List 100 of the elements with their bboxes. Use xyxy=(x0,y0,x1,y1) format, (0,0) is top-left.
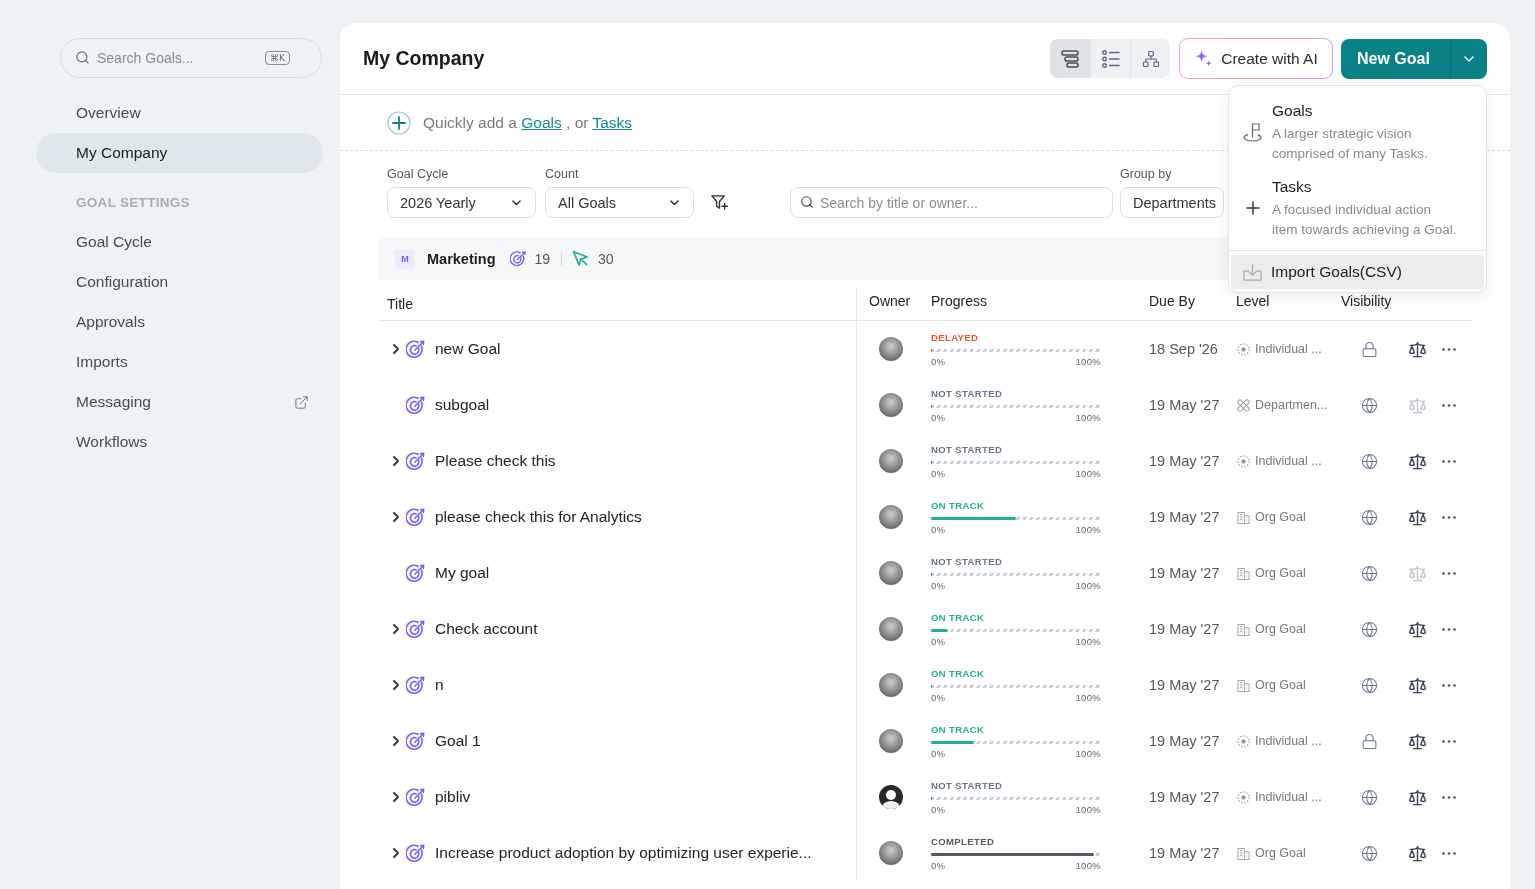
more-button[interactable] xyxy=(1442,795,1456,799)
scale-icon[interactable] xyxy=(1408,675,1427,695)
progress-min-label: 0% xyxy=(931,523,946,535)
target-icon xyxy=(406,843,426,863)
target-icon xyxy=(406,563,426,583)
scale-icon[interactable] xyxy=(1408,339,1427,359)
chevron-down-icon xyxy=(1464,55,1474,62)
status-label: ON TRACK xyxy=(931,667,985,680)
target-icon xyxy=(406,675,426,695)
create-with-ai-button[interactable]: Create with AI xyxy=(1179,38,1333,79)
more-button[interactable] xyxy=(1442,851,1456,855)
building-icon xyxy=(1237,566,1250,580)
task-count: 30 xyxy=(598,250,614,267)
import-menu-item[interactable]: Import Goals(CSV) xyxy=(1231,255,1484,289)
expand-chevron-icon[interactable] xyxy=(393,456,399,466)
scale-icon[interactable] xyxy=(1408,451,1427,471)
status-label: NOT STARTED xyxy=(931,387,1003,400)
crossed-ovals-icon xyxy=(1237,398,1250,412)
building-icon xyxy=(1237,846,1250,860)
sidebar-nav-item[interactable]: Overview xyxy=(36,93,323,133)
scale-icon[interactable] xyxy=(1408,843,1427,863)
scale-icon[interactable] xyxy=(1408,619,1427,639)
shortcut-badge: ⌘K xyxy=(265,51,290,65)
sidebar-nav-item[interactable]: Messaging xyxy=(36,382,323,422)
goal-title[interactable]: subgoal xyxy=(435,396,490,414)
filter-select[interactable]: 2026 Yearly xyxy=(387,187,536,218)
building-icon xyxy=(1237,510,1250,524)
due-date: 19 May '27 xyxy=(1149,789,1220,805)
target-icon xyxy=(406,395,426,415)
more-button[interactable] xyxy=(1442,347,1456,351)
expand-chevron-icon[interactable] xyxy=(393,680,399,690)
more-button[interactable] xyxy=(1442,683,1456,687)
goal-title[interactable]: Increase product adoption by optimizing user experie... xyxy=(435,844,812,862)
search-field[interactable]: Search by title or owner... xyxy=(790,187,1113,218)
more-button[interactable] xyxy=(1442,627,1456,631)
sidebar-nav-item[interactable]: Imports xyxy=(36,342,323,382)
goal-title[interactable]: Goal 1 xyxy=(435,732,481,750)
scale-icon[interactable] xyxy=(1408,731,1427,751)
more-icon xyxy=(1442,851,1456,855)
progress-min-label: 0% xyxy=(931,691,946,703)
column-header: Owner xyxy=(869,293,911,309)
more-button[interactable] xyxy=(1442,739,1456,743)
more-button[interactable] xyxy=(1442,515,1456,519)
menu-option-title[interactable]: Tasks xyxy=(1272,176,1312,198)
column-header: Level xyxy=(1236,293,1270,309)
goal-title[interactable]: Please check this xyxy=(435,452,556,470)
new-goal-button[interactable]: New Goal xyxy=(1341,38,1450,79)
goal-title[interactable]: pibliv xyxy=(435,788,471,806)
expand-chevron-icon[interactable] xyxy=(393,848,399,858)
more-button[interactable] xyxy=(1442,403,1456,407)
progress-min-label: 0% xyxy=(931,747,946,759)
scale-icon[interactable] xyxy=(1408,507,1427,527)
add-filter-button[interactable] xyxy=(711,194,728,211)
group-by-select[interactable]: Departments xyxy=(1120,187,1224,218)
level-label: Org Goal xyxy=(1255,566,1306,580)
quick-add-link[interactable]: Goals xyxy=(521,113,562,131)
sidebar-nav-item[interactable]: Configuration xyxy=(36,262,323,302)
search-icon xyxy=(800,195,814,209)
level-label: Departmen... xyxy=(1255,398,1328,412)
status-label: ON TRACK xyxy=(931,723,985,736)
expand-chevron-icon[interactable] xyxy=(393,344,399,354)
goal-title[interactable]: please check this for Analytics xyxy=(435,508,642,526)
expand-chevron-icon[interactable] xyxy=(393,792,399,802)
sidebar-nav-item[interactable]: Goal Cycle xyxy=(36,222,323,262)
column-header: Title xyxy=(387,295,413,312)
expand-chevron-icon[interactable] xyxy=(393,512,399,522)
goal-title[interactable]: Check account xyxy=(435,620,538,638)
view-toggle-button[interactable] xyxy=(1050,39,1090,78)
target-icon xyxy=(509,250,527,267)
scale-icon[interactable] xyxy=(1408,787,1427,807)
sidebar-nav-item[interactable]: My Company xyxy=(36,133,323,173)
new-goal-menu-button[interactable] xyxy=(1450,38,1487,79)
more-icon xyxy=(1442,515,1456,519)
sidebar-nav-item[interactable]: Approvals xyxy=(36,302,323,342)
expand-chevron-icon[interactable] xyxy=(393,736,399,746)
owner-avatar xyxy=(879,841,903,865)
dotted-circle-icon xyxy=(1237,790,1250,804)
filter-label: Count xyxy=(545,167,579,181)
more-icon xyxy=(1442,571,1456,575)
expand-chevron-icon[interactable] xyxy=(393,624,399,634)
dotted-circle-icon xyxy=(1237,454,1250,468)
person-silhouette-icon xyxy=(879,785,903,809)
owner-avatar xyxy=(879,561,903,585)
due-date: 19 May '27 xyxy=(1149,733,1220,749)
filter-plus-icon xyxy=(711,194,728,211)
progress-max-label: 100% xyxy=(1075,467,1101,479)
more-button[interactable] xyxy=(1442,459,1456,463)
goal-title[interactable]: My goal xyxy=(435,564,490,582)
more-button[interactable] xyxy=(1442,571,1456,575)
goal-title[interactable]: n xyxy=(435,676,444,694)
level-label: Org Goal xyxy=(1255,622,1306,636)
status-label: COMPLETED xyxy=(931,835,995,848)
filter-select[interactable]: All Goals xyxy=(545,187,694,218)
add-circle-icon[interactable] xyxy=(387,110,411,135)
dotted-circle-icon xyxy=(1237,734,1250,748)
menu-option-title[interactable]: Goals xyxy=(1272,100,1313,122)
sidebar-nav-item[interactable]: Workflows xyxy=(36,422,323,462)
goal-title[interactable]: new Goal xyxy=(435,340,501,358)
target-icon xyxy=(406,339,426,359)
quick-add-link[interactable]: Tasks xyxy=(592,113,633,131)
